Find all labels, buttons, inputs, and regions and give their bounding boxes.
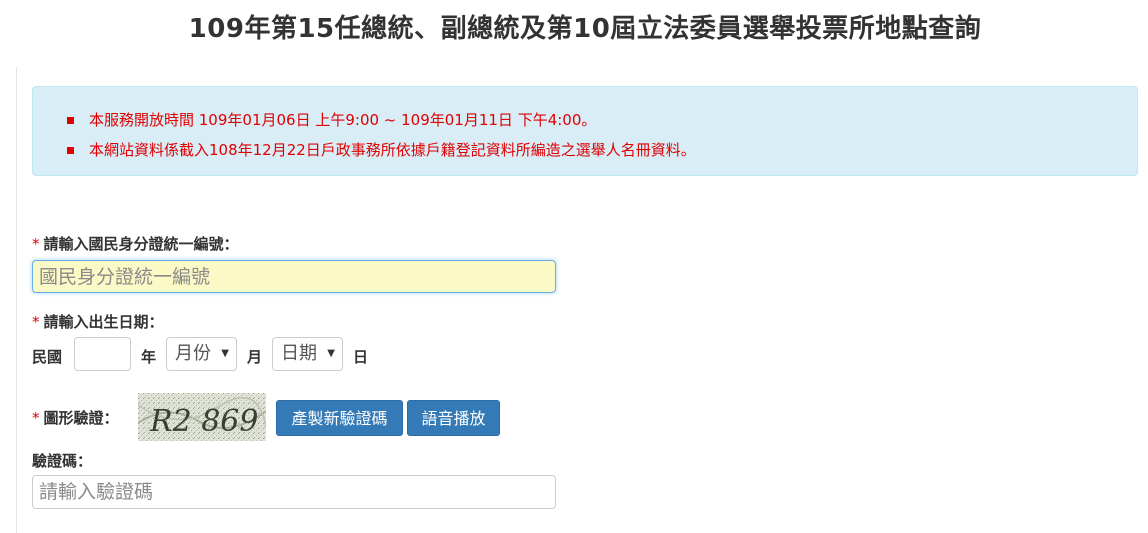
roc-label: 民國 xyxy=(32,348,63,366)
birth-label-text: 請輸入出生日期： xyxy=(43,313,164,331)
id-label: * 請輸入國民身分證統一編號： xyxy=(32,233,239,254)
required-mark: * xyxy=(32,409,40,427)
captcha-text: R2 869 xyxy=(149,404,258,439)
required-mark: * xyxy=(32,313,40,331)
year-unit: 年 xyxy=(141,348,157,366)
notice-text: 本網站資料係截入108年12月22日戶政事務所依據戶籍登記資料所編造之選舉人名冊… xyxy=(89,141,696,159)
divider xyxy=(16,67,17,533)
code-label: 驗證碼： xyxy=(32,452,93,470)
notice-text: 本服務開放時間 109年01月06日 上午9:00 ~ 109年01月11日 下… xyxy=(89,111,597,129)
audio-play-button[interactable]: 語音播放 xyxy=(407,400,500,436)
bullet-icon xyxy=(67,147,74,154)
id-label-text: 請輸入國民身分證統一編號： xyxy=(43,235,239,253)
id-number-input[interactable] xyxy=(32,260,556,293)
day-select[interactable]: 日期 ▼ xyxy=(272,337,343,371)
captcha-image: R2 869 xyxy=(138,393,266,441)
required-mark: * xyxy=(32,235,40,253)
refresh-captcha-button[interactable]: 產製新驗證碼 xyxy=(276,400,403,436)
birth-year-input[interactable] xyxy=(74,337,131,371)
captcha-label: * 圖形驗證： xyxy=(32,407,119,428)
day-unit: 日 xyxy=(353,348,369,366)
notice-box: 本服務開放時間 109年01月06日 上午9:00 ~ 109年01月11日 下… xyxy=(32,86,1138,176)
month-select-value: 月份 xyxy=(175,343,211,364)
notice-list: 本服務開放時間 109年01月06日 上午9:00 ~ 109年01月11日 下… xyxy=(33,87,1137,165)
caret-down-icon: ▼ xyxy=(327,348,335,359)
notice-item: 本網站資料係截入108年12月22日戶政事務所依據戶籍登記資料所編造之選舉人名冊… xyxy=(67,135,1137,165)
captcha-label-text: 圖形驗證： xyxy=(43,409,119,427)
birth-label: * 請輸入出生日期： xyxy=(32,311,164,332)
caret-down-icon: ▼ xyxy=(221,348,229,359)
month-select[interactable]: 月份 ▼ xyxy=(166,337,237,371)
notice-item: 本服務開放時間 109年01月06日 上午9:00 ~ 109年01月11日 下… xyxy=(67,105,1137,135)
page-title: 109年第15任總統、副總統及第10屆立法委員選舉投票所地點查詢 xyxy=(188,14,982,44)
captcha-graphic: R2 869 xyxy=(138,393,266,441)
bullet-icon xyxy=(67,117,74,124)
day-select-value: 日期 xyxy=(281,343,317,364)
captcha-code-input[interactable] xyxy=(32,475,556,509)
month-unit: 月 xyxy=(247,348,263,366)
